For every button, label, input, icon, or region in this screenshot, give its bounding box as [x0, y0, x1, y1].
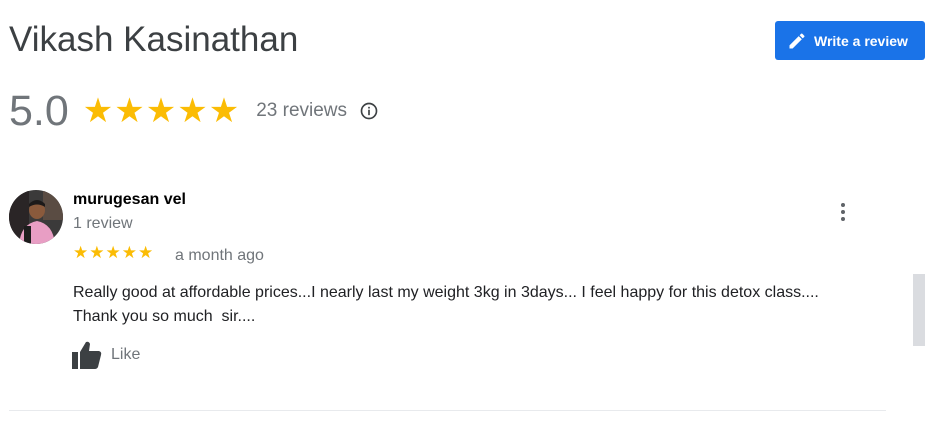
star-icon: ★ [145, 92, 177, 130]
like-button[interactable]: Like [71, 340, 140, 370]
write-review-button[interactable]: Write a review [775, 21, 925, 60]
like-label: Like [111, 346, 141, 363]
star-icon: ★ [208, 92, 240, 130]
star-icon: ★ [177, 92, 208, 130]
review-time: a month ago [175, 247, 264, 264]
reviewer-name[interactable]: murugesan vel [73, 191, 186, 209]
reviewer-review-count: 1 review [73, 215, 133, 232]
scrollbar-thumb[interactable] [913, 274, 925, 346]
review-count: 23 reviews [256, 100, 348, 121]
review-stars: ★ ★ ★ ★ ★ [73, 244, 154, 261]
business-title: Vikash Kasinathan [9, 20, 299, 59]
rating-summary: 5.0 ★ ★ ★ ★ ★ 23 reviews [9, 88, 379, 134]
average-rating: 5.0 [9, 86, 69, 135]
pencil-icon [787, 31, 807, 51]
write-review-label: Write a review [814, 32, 908, 49]
star-icon: ★ [105, 243, 121, 262]
star-icon: ★ [138, 243, 154, 262]
more-vert-icon[interactable] [831, 200, 855, 224]
review-text: Really good at affordable prices...I nea… [73, 284, 824, 325]
rating-stars: ★ ★ ★ ★ ★ [83, 94, 240, 128]
avatar[interactable] [9, 190, 63, 244]
divider [9, 410, 886, 411]
thumbs-up-icon [71, 340, 103, 370]
star-icon: ★ [114, 92, 145, 130]
star-icon: ★ [82, 92, 114, 130]
star-icon: ★ [121, 243, 137, 262]
star-icon: ★ [89, 243, 105, 262]
info-icon[interactable] [359, 101, 379, 121]
star-icon: ★ [73, 243, 89, 262]
